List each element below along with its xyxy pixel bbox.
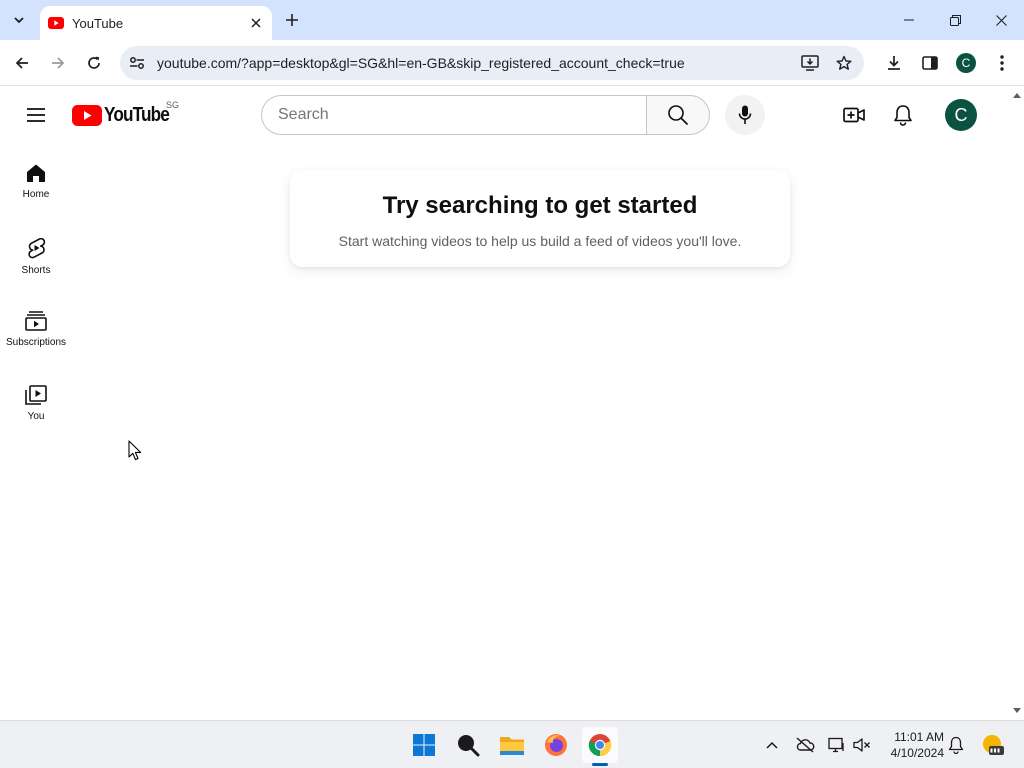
youtube-header: YouTube SG C [0,87,1012,143]
taskbar-chrome[interactable] [582,727,618,763]
search-box[interactable] [261,95,647,135]
minimize-icon [904,19,914,21]
minimize-button[interactable] [886,0,932,40]
profile-button[interactable]: C [952,49,980,77]
copilot-preview-icon[interactable] [980,733,1004,757]
windows-taskbar: 11:01 AM 4/10/2024 [0,720,1024,768]
youtube-favicon-icon [48,15,64,31]
browser-tab-youtube[interactable]: YouTube [40,6,272,40]
chevron-down-icon [14,17,24,24]
back-button[interactable] [8,49,36,77]
more-vert-icon [1000,55,1004,71]
create-video-button[interactable] [838,99,870,131]
browser-toolbar: youtube.com/?app=desktop&gl=SG&hl=en-GB&… [0,40,1024,86]
weather-sun-icon [983,735,1004,755]
guide-item-shorts[interactable]: Shorts [4,217,68,291]
hamburger-icon [27,108,45,122]
tab-title: YouTube [72,15,124,31]
url-text[interactable]: youtube.com/?app=desktop&gl=SG&hl=en-GB&… [157,55,796,71]
bookmark-star-icon[interactable] [830,49,858,77]
youtube-logo-text: YouTube [104,103,170,126]
download-icon [888,56,900,70]
taskbar-search-button[interactable] [450,727,486,763]
tab-search-button[interactable] [6,7,32,33]
scroll-down-arrow-icon[interactable] [1013,707,1021,715]
empty-feed-card: Try searching to get started Start watch… [290,170,790,267]
guide-menu-button[interactable] [20,99,52,131]
bell-icon [948,736,964,754]
youtube-play-logo-icon [72,104,102,126]
search-button[interactable] [646,95,710,135]
clock-date: 4/10/2024 [890,746,944,760]
chrome-menu-button[interactable] [988,49,1016,77]
restore-icon [949,14,961,26]
start-button[interactable] [406,727,442,763]
account-avatar[interactable]: C [945,99,977,131]
notification-center-button[interactable] [944,733,968,757]
taskbar-firefox[interactable] [538,727,574,763]
install-app-icon[interactable] [796,49,824,77]
restore-button[interactable] [932,0,978,40]
cloud-off-icon [796,737,815,753]
reload-button[interactable] [80,49,108,77]
subscriptions-icon [25,311,47,331]
video-camera-plus-icon [843,107,865,123]
page-scrollbar[interactable] [1010,87,1024,720]
clock-time: 11:01 AM [894,730,944,744]
empty-feed-subtitle: Start watching videos to help us build a… [338,233,742,249]
arrow-left-icon [15,57,28,69]
onedrive-tray-icon[interactable] [793,733,817,757]
side-panel-button[interactable] [916,49,944,77]
guide-label-shorts: Shorts [21,265,51,276]
network-tray-icon[interactable] [825,733,849,757]
monitor-network-icon [828,737,844,753]
show-hidden-icons-button[interactable] [760,733,784,757]
windows-logo-icon [413,734,435,756]
volume-tray-icon[interactable] [850,733,874,757]
scroll-up-arrow-icon[interactable] [1013,91,1021,99]
chrome-icon [588,734,612,757]
search-icon [668,105,689,126]
notifications-button[interactable] [887,99,919,131]
search-input[interactable] [278,106,647,124]
bell-icon [894,105,912,126]
plus-icon [286,14,298,26]
side-panel-icon [922,56,938,70]
voice-search-button[interactable] [725,95,765,135]
chevron-up-icon [766,741,778,749]
tab-close-icon[interactable] [246,13,266,33]
search-icon [458,735,480,757]
volume-muted-icon [853,738,870,752]
empty-feed-title: Try searching to get started [382,192,698,219]
active-app-indicator [592,763,608,766]
tab-strip: YouTube [0,0,1024,40]
profile-avatar: C [956,53,976,73]
reload-icon [88,56,100,69]
close-icon [995,14,1007,26]
folder-icon [500,737,524,755]
home-icon [27,164,45,182]
you-icon [25,385,47,405]
downloads-button[interactable] [880,49,908,77]
youtube-logo[interactable]: YouTube [72,103,180,127]
forward-button[interactable] [44,49,72,77]
address-bar[interactable]: youtube.com/?app=desktop&gl=SG&hl=en-GB&… [120,46,864,80]
country-code: SG [166,100,180,110]
guide-item-subscriptions[interactable]: Subscriptions [4,291,68,365]
site-info-icon[interactable] [126,52,148,74]
taskbar-file-explorer[interactable] [494,727,530,763]
microphone-icon [738,105,752,124]
guide-item-home[interactable]: Home [4,143,68,217]
new-tab-button[interactable] [280,8,304,32]
guide-item-you[interactable]: You [4,365,68,439]
taskbar-clock[interactable]: 11:01 AM 4/10/2024 [880,729,944,761]
mouse-cursor-icon [128,440,142,461]
guide-label-subscriptions: Subscriptions [5,337,67,348]
close-window-button[interactable] [978,0,1024,40]
arrow-right-icon [52,57,65,69]
guide-label-you: You [27,411,45,422]
shorts-icon [28,237,46,259]
firefox-icon [545,734,567,756]
guide-label-home: Home [22,189,50,200]
